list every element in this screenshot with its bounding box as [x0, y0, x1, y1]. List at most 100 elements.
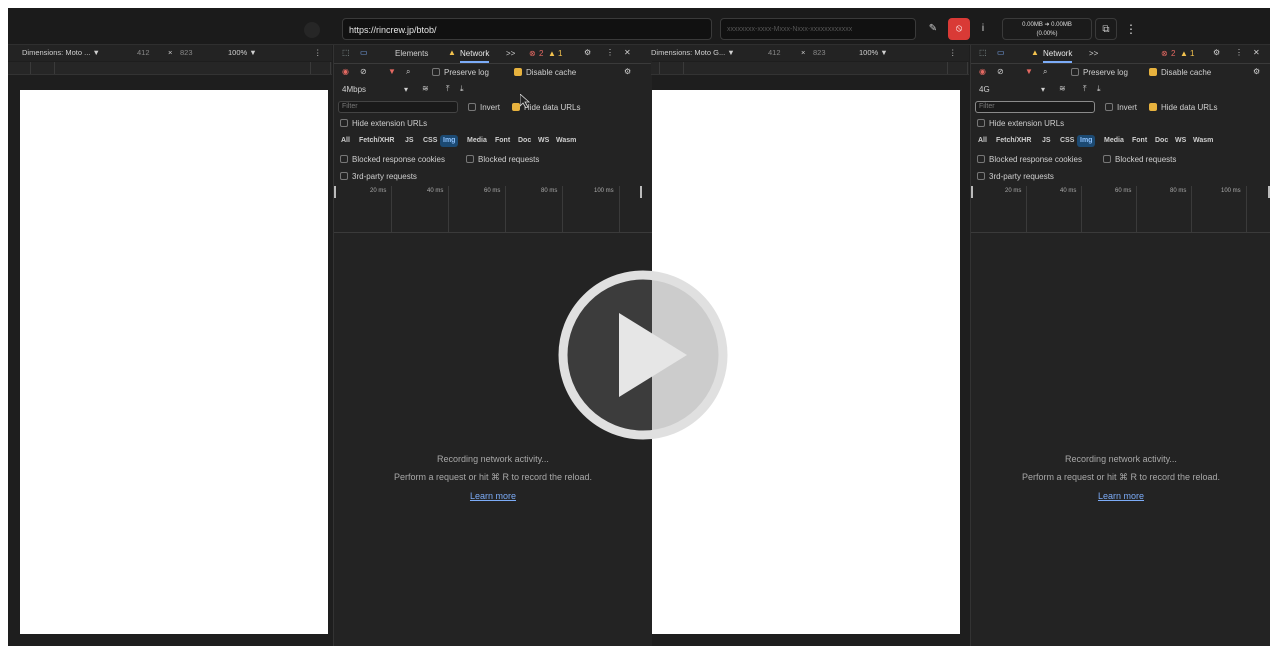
type-chip[interactable]: Fetch/XHR [993, 135, 1034, 147]
warning-count[interactable]: 1 [558, 49, 562, 58]
upload-icon[interactable]: ⤒ [1083, 84, 1087, 94]
type-chip[interactable]: Wasm [553, 135, 579, 147]
record-icon[interactable]: ◉ [979, 67, 986, 76]
device-select[interactable]: Dimensions: Moto G... ▼ [651, 45, 735, 61]
type-chip[interactable]: Font [492, 135, 513, 147]
error-count[interactable]: 2 [1171, 49, 1175, 58]
disable-cache-checkbox[interactable] [1149, 68, 1157, 77]
more-tabs-button[interactable]: >> [1089, 49, 1098, 58]
kebab-icon[interactable]: ⋮ [1235, 48, 1243, 57]
download-icon[interactable]: ⤓ [460, 84, 464, 94]
search-icon[interactable]: ⌕ [406, 67, 410, 77]
preserve-log-checkbox[interactable] [432, 68, 440, 77]
hide-data-urls-checkbox[interactable] [512, 103, 520, 112]
zoom-select[interactable]: 100% ▼ [228, 45, 257, 61]
close-icon[interactable]: ✕ [624, 48, 631, 57]
filter-input[interactable]: Filter [975, 101, 1095, 113]
type-chip[interactable]: WS [1172, 135, 1189, 147]
menu-button[interactable]: ⋮ [1120, 18, 1142, 40]
pin-icon[interactable]: ✎ [922, 18, 944, 40]
type-chip[interactable]: JS [1039, 135, 1054, 147]
type-chip[interactable]: Doc [515, 135, 534, 147]
throttling-select[interactable]: 4G [979, 85, 990, 94]
blocked-requests-checkbox[interactable] [466, 155, 474, 164]
chevron-down-icon[interactable]: ▾ [404, 85, 408, 94]
network-settings-icon[interactable]: ⚙ [624, 67, 631, 76]
preserve-log-checkbox[interactable] [1071, 68, 1079, 77]
invert-checkbox[interactable] [1105, 103, 1113, 112]
learn-more-link[interactable]: Learn more [1098, 491, 1144, 501]
hide-data-urls-checkbox[interactable] [1149, 103, 1157, 112]
stop-button[interactable]: ⦸ [948, 18, 970, 40]
search-icon[interactable]: ⌕ [1043, 67, 1047, 77]
type-chip[interactable]: Fetch/XHR [356, 135, 397, 147]
width-field[interactable]: 412 [137, 45, 150, 61]
kebab-icon[interactable]: ⋮ [606, 48, 614, 57]
download-icon[interactable]: ⤓ [1097, 84, 1101, 94]
type-chip[interactable]: Doc [1152, 135, 1171, 147]
chevron-down-icon[interactable]: ▾ [1041, 85, 1045, 94]
network-settings-icon[interactable]: ⚙ [1253, 67, 1260, 76]
inspect-icon[interactable]: ⬚ [979, 48, 987, 57]
third-party-checkbox[interactable] [340, 172, 348, 181]
blocked-cookies-checkbox[interactable] [340, 155, 348, 164]
filter-icon[interactable]: ▼ [388, 67, 396, 76]
wifi-icon[interactable]: ≋ [422, 84, 429, 93]
hide-extension-urls-checkbox[interactable] [340, 119, 348, 128]
device-toggle-icon[interactable]: ▭ [997, 48, 1005, 57]
error-count[interactable]: 2 [539, 49, 543, 58]
screen-button[interactable]: ⧉ [1095, 18, 1117, 40]
invert-checkbox[interactable] [468, 103, 476, 112]
type-chip[interactable]: JS [402, 135, 417, 147]
more-options-icon[interactable]: ⋮ [314, 45, 322, 61]
type-chip[interactable]: Media [1101, 135, 1127, 147]
record-icon[interactable]: ◉ [342, 67, 349, 76]
more-tabs-button[interactable]: >> [506, 49, 515, 58]
wifi-icon[interactable]: ≋ [1059, 84, 1066, 93]
tab-network[interactable]: Network [1043, 49, 1073, 63]
close-icon[interactable]: ✕ [1253, 48, 1260, 57]
height-field[interactable]: 823 [813, 45, 826, 61]
inspect-icon[interactable]: ⬚ [342, 48, 350, 57]
info-button[interactable]: i [972, 18, 994, 40]
width-field[interactable]: 412 [768, 45, 781, 61]
network-timeline[interactable]: 20 ms 40 ms 60 ms 80 ms 100 ms [334, 186, 652, 233]
filter-icon[interactable]: ▼ [1025, 67, 1033, 76]
gear-icon[interactable]: ⚙ [1213, 48, 1220, 57]
type-chip[interactable]: All [338, 135, 353, 147]
clear-icon[interactable]: ⊘ [997, 67, 1004, 76]
url-bar[interactable]: https://rincrew.jp/btob/ [342, 18, 712, 40]
warning-count[interactable]: 1 [1190, 49, 1194, 58]
learn-more-link[interactable]: Learn more [470, 491, 516, 501]
device-select[interactable]: Dimensions: Moto ... ▼ [22, 45, 100, 61]
device-id-field[interactable]: xxxxxxxx-xxxx-Mxxx-Nxxx-xxxxxxxxxxxx [720, 18, 916, 40]
more-options-icon[interactable]: ⋮ [949, 45, 957, 61]
left-device-viewport[interactable] [20, 90, 328, 634]
type-chip[interactable]: CSS [420, 135, 440, 147]
type-chip-selected[interactable]: Img [1077, 135, 1096, 147]
network-timeline[interactable]: 20 ms 40 ms 60 ms 80 ms 100 ms [971, 186, 1270, 233]
zoom-select[interactable]: 100% ▼ [859, 45, 888, 61]
upload-icon[interactable]: ⤒ [446, 84, 450, 94]
gear-icon[interactable]: ⚙ [584, 48, 591, 57]
blocked-cookies-checkbox[interactable] [977, 155, 985, 164]
type-chip[interactable]: All [975, 135, 990, 147]
profile-icon[interactable] [304, 22, 320, 38]
height-field[interactable]: 823 [180, 45, 193, 61]
hide-extension-urls-checkbox[interactable] [977, 119, 985, 128]
type-chip-selected[interactable]: Img [440, 135, 459, 147]
disable-cache-checkbox[interactable] [514, 68, 522, 77]
type-chip[interactable]: Font [1129, 135, 1150, 147]
blocked-requests-checkbox[interactable] [1103, 155, 1111, 164]
third-party-checkbox[interactable] [977, 172, 985, 181]
clear-icon[interactable]: ⊘ [360, 67, 367, 76]
tab-elements[interactable]: Elements [395, 49, 428, 58]
filter-input[interactable]: Filter [338, 101, 458, 113]
type-chip[interactable]: CSS [1057, 135, 1077, 147]
type-chip[interactable]: WS [535, 135, 552, 147]
type-chip[interactable]: Wasm [1190, 135, 1216, 147]
type-chip[interactable]: Media [464, 135, 490, 147]
play-icon[interactable] [553, 265, 733, 445]
tab-network[interactable]: Network [460, 49, 490, 63]
throttling-select[interactable]: 4Mbps [342, 85, 366, 94]
